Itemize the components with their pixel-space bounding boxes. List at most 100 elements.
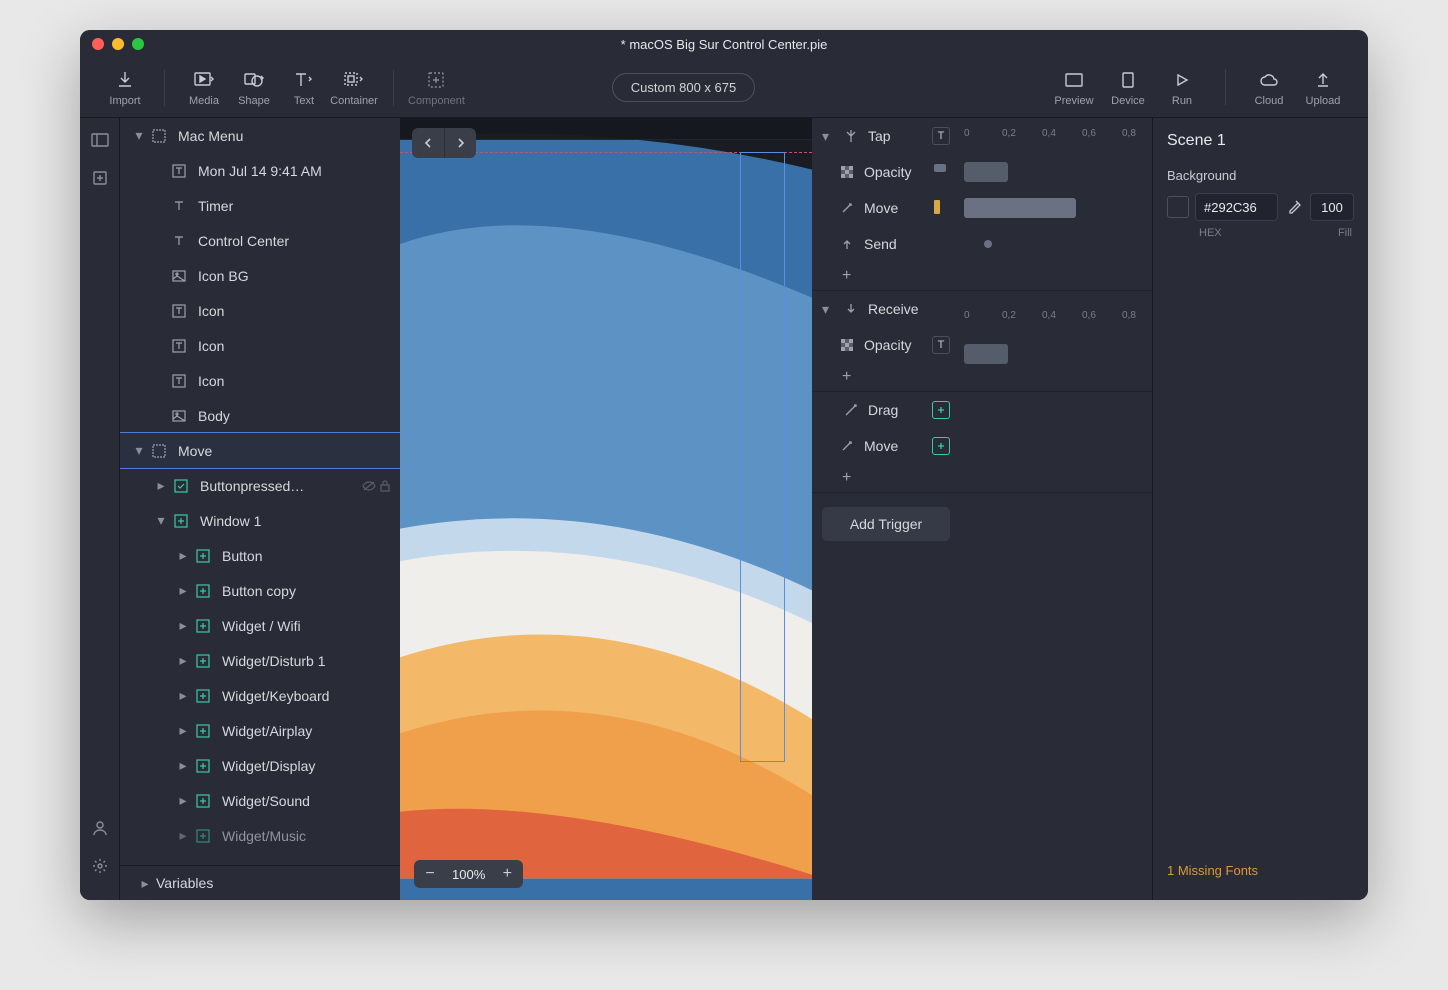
chevron-right-icon[interactable]: ▸ — [176, 829, 190, 843]
layer-icon-1[interactable]: Icon — [120, 293, 400, 328]
upload-button[interactable]: Upload — [1298, 69, 1348, 107]
layer-widget-disturb[interactable]: ▸ Widget/Disturb 1 — [120, 643, 400, 678]
zoom-out-button[interactable]: − — [418, 862, 442, 886]
layer-timer[interactable]: Timer — [120, 188, 400, 223]
layer-move[interactable]: ▾ Move — [120, 433, 400, 468]
layer-widget-wifi[interactable]: ▸ Widget / Wifi — [120, 608, 400, 643]
chevron-right-icon[interactable]: ▸ — [138, 876, 152, 890]
media-button[interactable]: Media — [179, 69, 229, 107]
layer-widget-sound[interactable]: ▸ Widget/Sound — [120, 783, 400, 818]
component-button[interactable]: Component — [408, 69, 465, 107]
layer-buttonpressed[interactable]: ▸ Buttonpressed… — [120, 468, 400, 503]
panel-toggle-button[interactable] — [86, 126, 114, 154]
import-icon — [117, 69, 133, 91]
trigger-tap-header[interactable]: ▾ Tap T — [812, 118, 960, 154]
layer-mac-menu[interactable]: ▾ Mac Menu — [120, 118, 400, 153]
component-badge[interactable] — [932, 401, 950, 419]
trigger-tap-opacity[interactable]: Opacity — [812, 154, 960, 190]
layer-widget-airplay[interactable]: ▸ Widget/Airplay — [120, 713, 400, 748]
chevron-down-icon[interactable]: ▾ — [132, 444, 146, 458]
add-action-tap[interactable]: + — [812, 262, 960, 290]
text-icon — [294, 69, 314, 91]
container-icon — [344, 69, 364, 91]
text-layer-icon — [170, 337, 188, 355]
device-button[interactable]: Device — [1103, 69, 1153, 107]
cloud-button[interactable]: Cloud — [1244, 69, 1294, 107]
add-action-receive[interactable]: + — [812, 363, 960, 391]
layer-icon-3[interactable]: Icon — [120, 363, 400, 398]
chevron-down-icon[interactable]: ▾ — [154, 514, 168, 528]
add-action-drag[interactable]: + — [812, 464, 960, 492]
component-badge[interactable] — [932, 437, 950, 455]
user-icon[interactable] — [86, 814, 114, 842]
chevron-down-icon[interactable]: ▾ — [132, 129, 146, 143]
layer-control-center[interactable]: Control Center — [120, 223, 400, 258]
layer-datetime[interactable]: Mon Jul 14 9:41 AM — [120, 153, 400, 188]
layer-window-1[interactable]: ▾ Window 1 — [120, 503, 400, 538]
add-trigger-button[interactable]: Add Trigger — [822, 507, 950, 541]
chevron-right-icon[interactable]: ▸ — [176, 654, 190, 668]
zoom-in-button[interactable]: + — [495, 862, 519, 886]
cloud-icon — [1259, 69, 1279, 91]
canvas[interactable]: − 100% + — [400, 118, 812, 900]
timeline: 0 0,2 0,4 0,6 0,8 0 0,2 0,4 0,6 — [960, 118, 1152, 154]
maximize-window-button[interactable] — [132, 38, 144, 50]
chevron-right-icon[interactable]: ▸ — [176, 759, 190, 773]
variables-section[interactable]: ▸ Variables — [120, 865, 400, 900]
nav-back-button[interactable] — [412, 128, 444, 158]
text-layer-icon — [170, 302, 188, 320]
layer-icon-2[interactable]: Icon — [120, 328, 400, 363]
chevron-right-icon[interactable]: ▸ — [176, 549, 190, 563]
missing-fonts-warning[interactable]: 1 Missing Fonts — [1167, 855, 1354, 886]
component-icon — [428, 69, 444, 91]
layer-widget-display[interactable]: ▸ Widget/Display — [120, 748, 400, 783]
preview-button[interactable]: Preview — [1049, 69, 1099, 107]
close-window-button[interactable] — [92, 38, 104, 50]
timeline-bar-move[interactable] — [964, 198, 1076, 218]
canvas-nav — [412, 128, 476, 158]
text-badge[interactable]: T — [932, 336, 950, 354]
fill-sublabel: Fill — [1338, 227, 1352, 239]
chevron-right-icon[interactable]: ▸ — [176, 689, 190, 703]
chevron-right-icon[interactable]: ▸ — [176, 619, 190, 633]
trigger-tap-send[interactable]: Send — [812, 226, 960, 262]
timeline-ruler-2: 0 0,2 0,4 0,6 0,8 — [960, 300, 1152, 336]
minimize-window-button[interactable] — [112, 38, 124, 50]
chevron-right-icon[interactable]: ▸ — [176, 584, 190, 598]
chevron-down-icon[interactable]: ▾ — [822, 128, 834, 145]
receive-icon — [842, 300, 860, 318]
chevron-right-icon[interactable]: ▸ — [176, 794, 190, 808]
text-badge[interactable]: T — [932, 127, 950, 145]
layer-widget-keyboard[interactable]: ▸ Widget/Keyboard — [120, 678, 400, 713]
background-swatch[interactable] — [1167, 196, 1189, 218]
layer-button[interactable]: ▸ Button — [120, 538, 400, 573]
timeline-bar-opacity-2[interactable] — [964, 344, 1008, 364]
trigger-drag-move[interactable]: Move — [812, 428, 960, 464]
container-button[interactable]: Container — [329, 69, 379, 107]
trigger-receive-opacity[interactable]: Opacity T — [812, 327, 960, 363]
layer-button-copy[interactable]: ▸ Button copy — [120, 573, 400, 608]
trigger-tap-move[interactable]: Move — [812, 190, 960, 226]
import-button[interactable]: Import — [100, 69, 150, 107]
trigger-receive-header[interactable]: ▾ Receive — [812, 291, 960, 327]
chevron-right-icon[interactable]: ▸ — [176, 724, 190, 738]
shape-icon — [244, 69, 264, 91]
eyedropper-icon[interactable] — [1284, 197, 1304, 217]
image-icon — [170, 407, 188, 425]
add-panel-button[interactable] — [86, 164, 114, 192]
run-button[interactable]: Run — [1157, 69, 1207, 107]
nav-forward-button[interactable] — [444, 128, 476, 158]
hex-input[interactable] — [1195, 193, 1278, 221]
canvas-size-selector[interactable]: Custom 800 x 675 — [612, 73, 756, 102]
timeline-bar-opacity[interactable] — [964, 162, 1008, 182]
text-button[interactable]: Text — [279, 69, 329, 107]
layer-widget-music[interactable]: ▸ Widget/Music — [120, 818, 400, 853]
layer-body[interactable]: Body — [120, 398, 400, 433]
shape-button[interactable]: Shape — [229, 69, 279, 107]
fill-input[interactable] — [1310, 193, 1354, 221]
settings-icon[interactable] — [86, 852, 114, 880]
chevron-down-icon[interactable]: ▾ — [822, 301, 834, 318]
chevron-right-icon[interactable]: ▸ — [154, 479, 168, 493]
layer-icon-bg[interactable]: Icon BG — [120, 258, 400, 293]
trigger-drag-header[interactable]: ▾ Drag — [812, 392, 960, 428]
